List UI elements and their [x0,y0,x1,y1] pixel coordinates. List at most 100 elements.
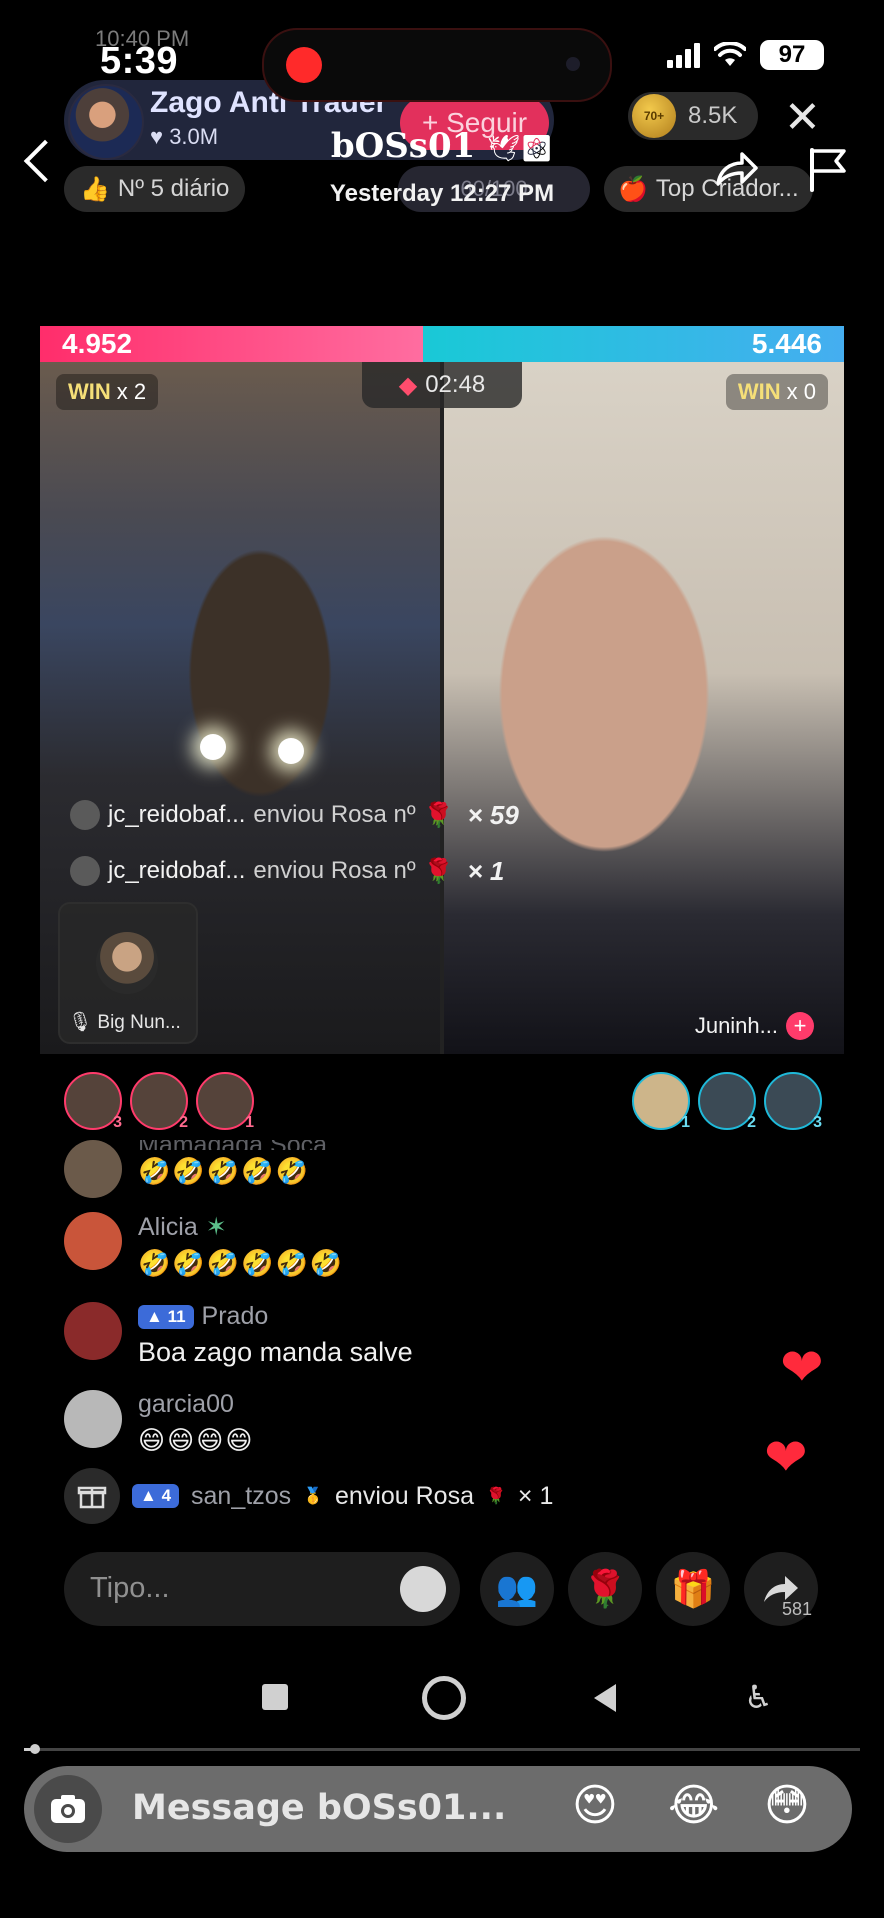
timer-value: 02:48 [425,371,486,398]
gift-count: × 1 [467,855,505,886]
rose-gift-button[interactable]: 🌹 [568,1552,642,1626]
guest-name-text: Big Nun... [97,1012,181,1033]
comment-input[interactable]: Tipo... [64,1552,460,1626]
level-badge: ▲ 11 [138,1304,194,1329]
record-dot-icon [286,47,322,83]
left-score: 4.952 [62,328,133,359]
gifter-rank: 3 [113,1114,122,1131]
home-icon[interactable] [422,1676,466,1720]
rose-icon: 🌹 [582,1568,628,1609]
right-video[interactable] [444,362,844,1054]
heart-icon: ❤ [764,1429,808,1487]
gift-count: × 59 [467,799,519,830]
gifter-rank: 2 [747,1114,756,1131]
chat-text: Boa zago manda salve [138,1337,413,1367]
chat-avatar[interactable] [64,1390,122,1448]
gifter-avatar[interactable]: 1 [632,1072,690,1131]
right-win-label: WIN [737,379,781,404]
gifter-avatar[interactable]: 2 [698,1072,756,1131]
chat-text: 🤣🤣🤣🤣🤣🤣 [138,1248,345,1278]
reply-placeholder: Message bOSs01... [132,1788,507,1828]
camera-dot-icon [566,57,580,71]
right-streamer[interactable]: Juninh... + [695,1012,814,1040]
gifter-rank: 3 [813,1114,822,1131]
score-bar-left: 4.952 [40,326,423,362]
gift-button[interactable]: 🎁 [656,1552,730,1626]
chat-message: ▲ 11 Prado Boa zago manda salve [64,1302,413,1368]
medal-icon: 🥇 [303,1488,324,1505]
level-badge: ▲ 4 [132,1484,180,1508]
gift-notice-count: × 1 [517,1481,554,1510]
story-progress-bar[interactable] [24,1744,860,1754]
chat-username-text: Alicia [138,1212,198,1241]
gift-notice: ▲ 4 san_tzos 🥇 enviou Rosa 🌹 × 1 [64,1468,553,1524]
recents-icon[interactable] [262,1684,288,1710]
share-count: 581 [781,1599,812,1619]
gifter-avatar[interactable]: 3 [64,1072,122,1131]
message-reply-bar[interactable]: Message bOSs01... 😍 😂 😳 [24,1766,852,1852]
guests-button[interactable]: 👥 [480,1552,554,1626]
share-button[interactable]: 581 [744,1552,818,1626]
glowing-eye [278,738,304,764]
rose-icon: 🌹 [423,801,454,829]
level-value: 4 [161,1486,172,1505]
add-icon[interactable]: + [786,1012,814,1040]
glowing-eye [200,734,226,760]
gift-sender: san_tzos [191,1481,292,1510]
cellular-signal-icon [667,42,700,68]
pk-battle: 4.952 5.446 WIN x 2 WIN x 0 ◆ 02:48 jc_r… [40,326,844,1054]
back-icon[interactable] [594,1684,616,1712]
comment-placeholder: Tipo... [90,1572,170,1604]
screen-recording-indicator[interactable] [262,28,612,102]
score-bar: 4.952 5.446 [40,326,844,362]
chat-avatar[interactable] [64,1212,122,1270]
chat-username: garcia00 [138,1390,234,1418]
guest-avatar [96,932,158,994]
people-icon: 👥 [495,1570,539,1608]
chat-message: garcia00 😄😄😄😄 [64,1390,254,1456]
left-top-gifters: 3 2 1 [64,1072,254,1131]
badge-icon: ✶ [205,1213,227,1241]
right-score: 5.446 [751,328,822,359]
gifter-rank: 1 [245,1114,254,1131]
gifter-avatar[interactable]: 2 [130,1072,188,1131]
right-win-badge: WIN x 0 [725,374,828,410]
progress-knob[interactable] [30,1744,40,1754]
chat-message: Mamadada Soca 🤣🤣🤣🤣🤣 [64,1140,327,1198]
status-time: 5:39 [100,40,179,82]
chat-avatar[interactable] [64,1140,122,1198]
chat-username: Mamadada Soca [138,1140,327,1150]
chat-message: Alicia ✶ 🤣🤣🤣🤣🤣🤣 [64,1212,344,1279]
gifter-avatar[interactable]: 1 [196,1072,254,1131]
gift-notice-text: enviou Rosa [335,1481,474,1510]
quick-reaction-heart-eyes[interactable]: 😍 [572,1784,618,1828]
battery-indicator: 97 [760,40,824,70]
gifter-avatar[interactable]: 3 [764,1072,822,1131]
camera-button[interactable] [34,1775,102,1843]
gift-line: jc_reidobaf... enviou Rosa nº 🌹 × 59 [70,792,519,838]
gift-line: jc_reidobaf... enviou Rosa nº 🌹 × 1 [70,848,504,894]
guest-tile[interactable]: 🎙 Big Nun... [58,902,198,1044]
chat-username: ▲ 11 Prado [138,1302,413,1331]
right-win-mult: x 0 [786,379,816,404]
status-icons: 97 [667,40,824,70]
gift-box-icon[interactable] [64,1468,120,1524]
wifi-icon [714,42,746,66]
quick-reaction-laugh[interactable]: 😂 [668,1784,719,1828]
quick-reaction-flushed[interactable]: 😳 [764,1784,810,1828]
accessibility-icon[interactable]: ♿ [744,1678,773,1716]
gift-text: enviou Rosa nº [253,857,416,884]
android-nav-bar: ♿ [0,1672,884,1726]
left-win-mult: x 2 [116,379,147,404]
report-flag-icon[interactable] [806,146,850,192]
heart-icon: ❤ [780,1339,824,1397]
camera-icon [51,1795,85,1823]
mini-avatar [70,856,100,886]
rose-icon: 🌹 [486,1488,506,1505]
boxing-glove-icon: ◆ [398,371,418,399]
share-arrow-icon[interactable] [712,146,760,190]
chat-avatar[interactable] [64,1302,122,1360]
emoji-face-icon[interactable] [400,1566,446,1612]
chat-username: Alicia ✶ [138,1212,344,1242]
rose-icon: 🌹 [423,857,454,885]
